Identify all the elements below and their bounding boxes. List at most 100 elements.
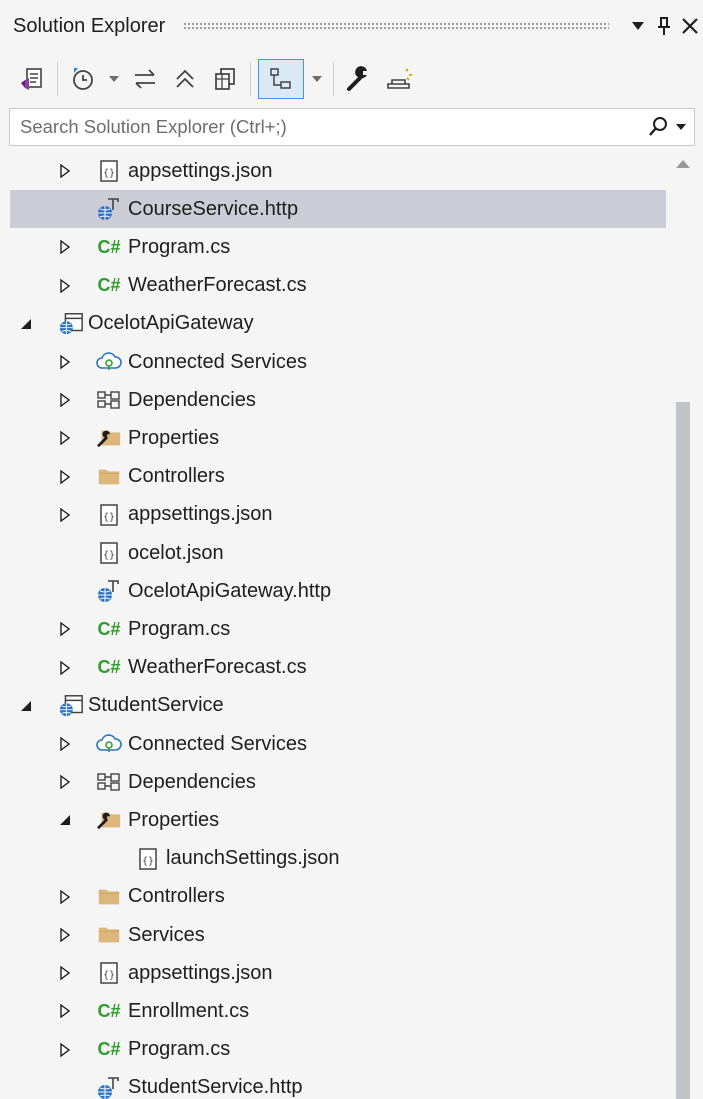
tree-item[interactable]: Connected Services (10, 725, 666, 763)
connected-services-icon (96, 731, 122, 757)
search-input[interactable] (10, 109, 648, 145)
tree-item-label: OcelotApiGateway.http (128, 579, 332, 602)
properties-button[interactable] (341, 60, 377, 98)
tree-item[interactable]: Dependencies (10, 763, 666, 801)
tree-item-label: StudentService (88, 694, 224, 717)
expand-arrow-icon[interactable] (57, 469, 73, 485)
collapse-all-button[interactable] (167, 60, 203, 98)
track-dropdown-arrow[interactable] (308, 60, 326, 98)
http-file-icon (96, 578, 122, 604)
tree-item[interactable]: Controllers (10, 458, 666, 496)
tree-item-label: WeatherForecast.cs (128, 274, 307, 297)
expand-arrow-icon[interactable] (57, 392, 73, 408)
tree-item[interactable]: Connected Services (10, 343, 666, 381)
drag-grip[interactable] (183, 21, 609, 31)
tree-item-label: Connected Services (128, 350, 307, 373)
tree-item[interactable]: C# Program.cs (10, 228, 666, 266)
tree-item[interactable]: Properties (10, 419, 666, 457)
expand-arrow-icon[interactable] (57, 354, 73, 370)
expand-arrow-icon[interactable] (57, 889, 73, 905)
tree-item[interactable]: C# Program.cs (10, 1031, 666, 1069)
tree-item[interactable]: Controllers (10, 878, 666, 916)
properties-folder-icon (96, 807, 122, 833)
chevron-down-icon (676, 124, 686, 130)
tree-item[interactable]: C# WeatherForecast.cs (10, 267, 666, 305)
csharp-file-icon: C# (97, 1000, 121, 1021)
expand-arrow-icon[interactable] (57, 1003, 73, 1019)
folder-icon (96, 464, 122, 490)
expand-arrow-icon[interactable] (57, 163, 73, 179)
tree-item[interactable]: C# WeatherForecast.cs (10, 649, 666, 687)
expand-arrow-icon[interactable] (57, 927, 73, 943)
expand-arrow-icon[interactable] (57, 774, 73, 790)
tree-item[interactable]: CourseService.http (10, 190, 666, 229)
csharp-file-icon: C# (97, 275, 121, 296)
window-position-dropdown-icon[interactable] (625, 11, 651, 41)
tree-view-icon (270, 68, 291, 89)
tree-item[interactable]: StudentService (10, 687, 666, 725)
tree-item[interactable]: Dependencies (10, 381, 666, 419)
tree-item[interactable]: {} ocelot.json (10, 534, 666, 572)
expand-arrow-icon[interactable] (57, 660, 73, 676)
close-icon[interactable] (677, 11, 703, 41)
sync-with-active-document-button[interactable] (127, 60, 163, 98)
vs-solution-icon (21, 68, 42, 90)
wrench-icon (347, 66, 367, 91)
history-clock-icon (73, 68, 93, 90)
collapse-arrow-icon[interactable] (57, 812, 73, 828)
collapse-arrow-icon[interactable] (18, 316, 34, 332)
csharp-file-icon: C# (97, 1039, 121, 1060)
csharp-file-icon: C# (97, 657, 121, 678)
json-file-icon: {} (96, 502, 122, 528)
scroll-up-arrow-icon[interactable] (674, 160, 692, 174)
expand-arrow-icon[interactable] (57, 278, 73, 294)
preview-selected-items-button[interactable] (381, 60, 417, 98)
tree-item[interactable]: {} appsettings.json (10, 496, 666, 534)
filter-dropdown-arrow[interactable] (105, 60, 123, 98)
csharp-file-icon: C# (97, 618, 121, 639)
track-active-item-button[interactable] (258, 59, 304, 99)
expand-arrow-icon[interactable] (57, 621, 73, 637)
folder-icon (96, 922, 122, 948)
title-bar: Solution Explorer (0, 0, 703, 52)
preview-icon (387, 68, 412, 89)
expand-arrow-icon[interactable] (57, 430, 73, 446)
svg-text:{}: {} (103, 550, 115, 561)
search-box (9, 108, 695, 146)
json-file-icon: {} (96, 960, 122, 986)
collapse-arrow-icon[interactable] (18, 698, 34, 714)
switch-views-button[interactable] (14, 60, 50, 98)
tree-item-label: Program.cs (128, 617, 231, 640)
expand-arrow-icon[interactable] (57, 1042, 73, 1058)
show-all-files-button[interactable] (207, 60, 243, 98)
json-file-icon: {} (96, 540, 122, 566)
tree-item[interactable]: {} appsettings.json (10, 152, 666, 190)
scrollbar-thumb[interactable] (676, 402, 690, 1099)
tree-item-label: Dependencies (128, 770, 256, 793)
tree-item[interactable]: C# Program.cs (10, 610, 666, 648)
tree-item-label: Enrollment.cs (128, 999, 250, 1022)
tree-item-label: Dependencies (128, 388, 256, 411)
tree-item[interactable]: {} appsettings.json (10, 954, 666, 992)
http-file-icon (96, 1075, 122, 1099)
tree-item[interactable]: OcelotApiGateway.http (10, 572, 666, 610)
pending-changes-filter-button[interactable] (65, 60, 101, 98)
expand-arrow-icon[interactable] (57, 507, 73, 523)
pin-icon[interactable] (651, 11, 677, 41)
tree-item-label: Properties (128, 808, 220, 831)
vertical-scrollbar[interactable] (672, 152, 694, 1099)
expand-arrow-icon[interactable] (57, 736, 73, 752)
search-options-button[interactable] (648, 109, 694, 145)
expand-arrow-icon[interactable] (57, 239, 73, 255)
tree-item[interactable]: C# Enrollment.cs (10, 992, 666, 1030)
tree-item-label: appsettings.json (128, 503, 273, 526)
expand-arrow-icon[interactable] (57, 965, 73, 981)
panel-title: Solution Explorer (13, 14, 166, 37)
tree-item[interactable]: Services (10, 916, 666, 954)
tree-item[interactable]: Properties (10, 801, 666, 839)
tree-item[interactable]: {} launchSettings.json (10, 840, 666, 878)
tree-item-label: OcelotApiGateway (88, 312, 254, 335)
tree-item[interactable]: StudentService.http (10, 1069, 666, 1099)
tree-item[interactable]: OcelotApiGateway (10, 305, 666, 343)
toolbar (0, 52, 703, 106)
